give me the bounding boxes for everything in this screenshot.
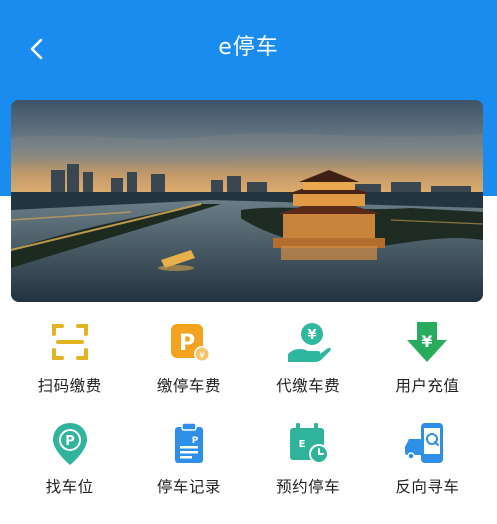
reserve-calendar-icon: E	[290, 423, 330, 464]
page-title: e停车	[218, 35, 279, 60]
service-label: 扫码缴费	[37, 377, 102, 395]
service-label: 反向寻车	[395, 478, 460, 496]
svg-text:E: E	[299, 439, 306, 450]
parking-payment-icon: P ¥	[170, 324, 210, 362]
service-scan-pay[interactable]: 扫码缴费	[10, 316, 129, 417]
parking-record-icon: P	[174, 422, 203, 463]
service-grid: 扫码缴费 P ¥ 缴停车费 ¥ 代缴车费 ¥ 用户充值 P 找车位 P 停车记录…	[10, 316, 487, 518]
service-find-spot[interactable]: P 找车位	[10, 417, 129, 518]
service-label: 预约停车	[276, 478, 341, 496]
yuan-hand-icon: ¥	[288, 323, 331, 362]
svg-text:¥: ¥	[422, 332, 433, 351]
banner-image	[11, 100, 483, 302]
service-parking-fee[interactable]: P ¥ 缴停车费	[129, 316, 248, 417]
parking-location-icon: P	[52, 423, 87, 465]
scan-code-icon	[51, 324, 88, 360]
recharge-arrow-icon: ¥	[407, 322, 448, 362]
service-recharge[interactable]: ¥ 用户充值	[368, 316, 487, 417]
svg-text:¥: ¥	[199, 351, 205, 361]
service-label: 代缴车费	[276, 377, 341, 395]
find-car-icon	[405, 423, 444, 463]
service-find-car[interactable]: 反向寻车	[368, 417, 487, 518]
service-label: 停车记录	[156, 478, 221, 496]
svg-text:¥: ¥	[308, 328, 317, 343]
service-proxy-pay[interactable]: ¥ 代缴车费	[249, 316, 368, 417]
svg-text:P: P	[65, 434, 75, 449]
service-reserve[interactable]: E 预约停车	[249, 417, 368, 518]
svg-text:P: P	[192, 436, 199, 446]
service-label: 用户充值	[395, 377, 460, 395]
service-parking-record[interactable]: P 停车记录	[129, 417, 248, 518]
svg-text:P: P	[179, 331, 195, 356]
service-label: 找车位	[45, 478, 94, 496]
banner-carousel[interactable]	[11, 100, 483, 302]
service-label: 缴停车费	[156, 377, 221, 395]
